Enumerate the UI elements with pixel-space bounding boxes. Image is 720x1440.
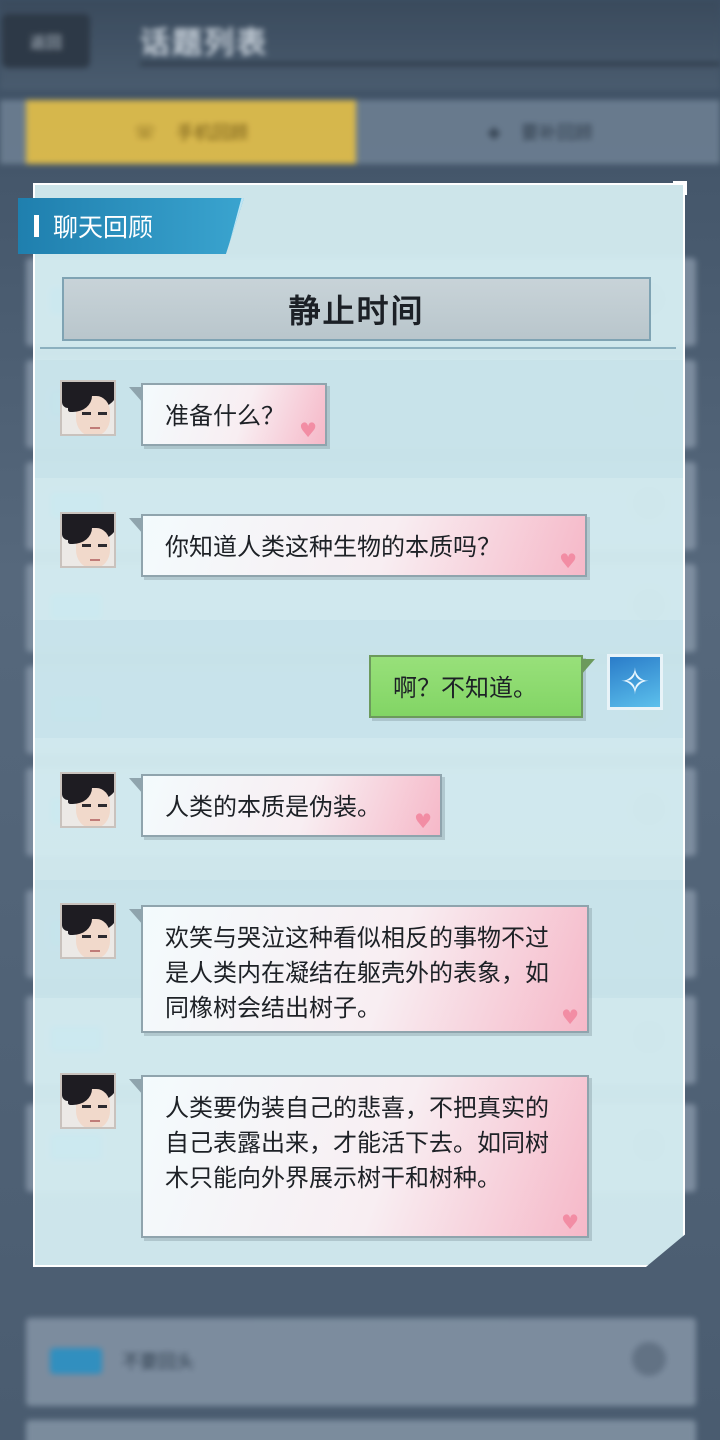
tab-phone-review-label: 手机回顾 (176, 123, 249, 144)
npc-avatar (60, 512, 116, 568)
message-text: 啊？不知道。 (393, 674, 537, 702)
chat-review-badge: 聊天回顾 (18, 198, 244, 254)
message-text: 准备什么？ (165, 402, 285, 430)
chat-review-label: 聊天回顾 (53, 213, 154, 242)
gear-icon (632, 1342, 666, 1376)
tab-icon: ◈ (487, 121, 501, 143)
topic-row[interactable] (26, 1420, 696, 1440)
message-text: 人类要伪装自己的悲喜，不把真实的自己表露出来，才能活下去。如同树木只能向外界展示… (165, 1094, 549, 1192)
message-row-background (35, 360, 683, 478)
heart-icon: ♥ (559, 549, 577, 573)
heart-icon: ♥ (561, 1005, 579, 1029)
tab-phone-review[interactable]: ☏ 手机回顾 (26, 100, 356, 164)
npc-message-bubble: 准备什么？ ♥ (129, 383, 327, 446)
message-row-background (35, 620, 683, 738)
chapter-title: 静止时间 (62, 277, 651, 341)
player-message-bubble: 啊？不知道。 (369, 655, 595, 718)
npc-message-bubble: 人类的本质是伪装。 ♥ (129, 774, 442, 837)
npc-message-bubble: 欢笑与哭泣这种看似相反的事物不过是人类内在凝结在躯壳外的表象，如同橡树会结出树子… (129, 905, 589, 1033)
message-text: 你知道人类这种生物的本质吗？ (165, 533, 501, 561)
topic-row-label: 不要回头 (122, 1352, 194, 1373)
heart-icon: ♥ (414, 809, 432, 833)
heart-icon: ♥ (561, 1210, 579, 1234)
npc-avatar (60, 1073, 116, 1129)
npc-message-bubble: 人类要伪装自己的悲喜，不把真实的自己表露出来，才能活下去。如同树木只能向外界展示… (129, 1075, 589, 1238)
npc-message-bubble: 你知道人类这种生物的本质吗？ ♥ (129, 514, 587, 577)
npc-avatar (60, 380, 116, 436)
butterfly-icon: ✧ (607, 654, 663, 710)
heart-icon: ♥ (299, 418, 317, 442)
background-topbar (0, 0, 720, 90)
phone-icon: ☏ (133, 121, 157, 143)
badge-bar (34, 215, 39, 237)
title-underline (140, 62, 720, 66)
tab-other-review-label: 要补回顾 (520, 123, 593, 144)
back-button[interactable]: 返回 (2, 14, 90, 68)
panel-corner-mark (673, 181, 687, 195)
npc-avatar (60, 772, 116, 828)
tab-other-review[interactable]: ◈ 要补回顾 (380, 100, 700, 164)
topic-tag (50, 1348, 102, 1374)
message-text: 欢笑与哭泣这种看似相反的事物不过是人类内在凝结在躯壳外的表象，如同橡树会结出树子… (165, 924, 549, 1022)
background-title: 话题列表 (140, 26, 268, 61)
topic-row[interactable]: 不要回头 (26, 1318, 696, 1406)
npc-avatar (60, 903, 116, 959)
message-text: 人类的本质是伪装。 (165, 793, 381, 821)
divider (40, 347, 676, 349)
